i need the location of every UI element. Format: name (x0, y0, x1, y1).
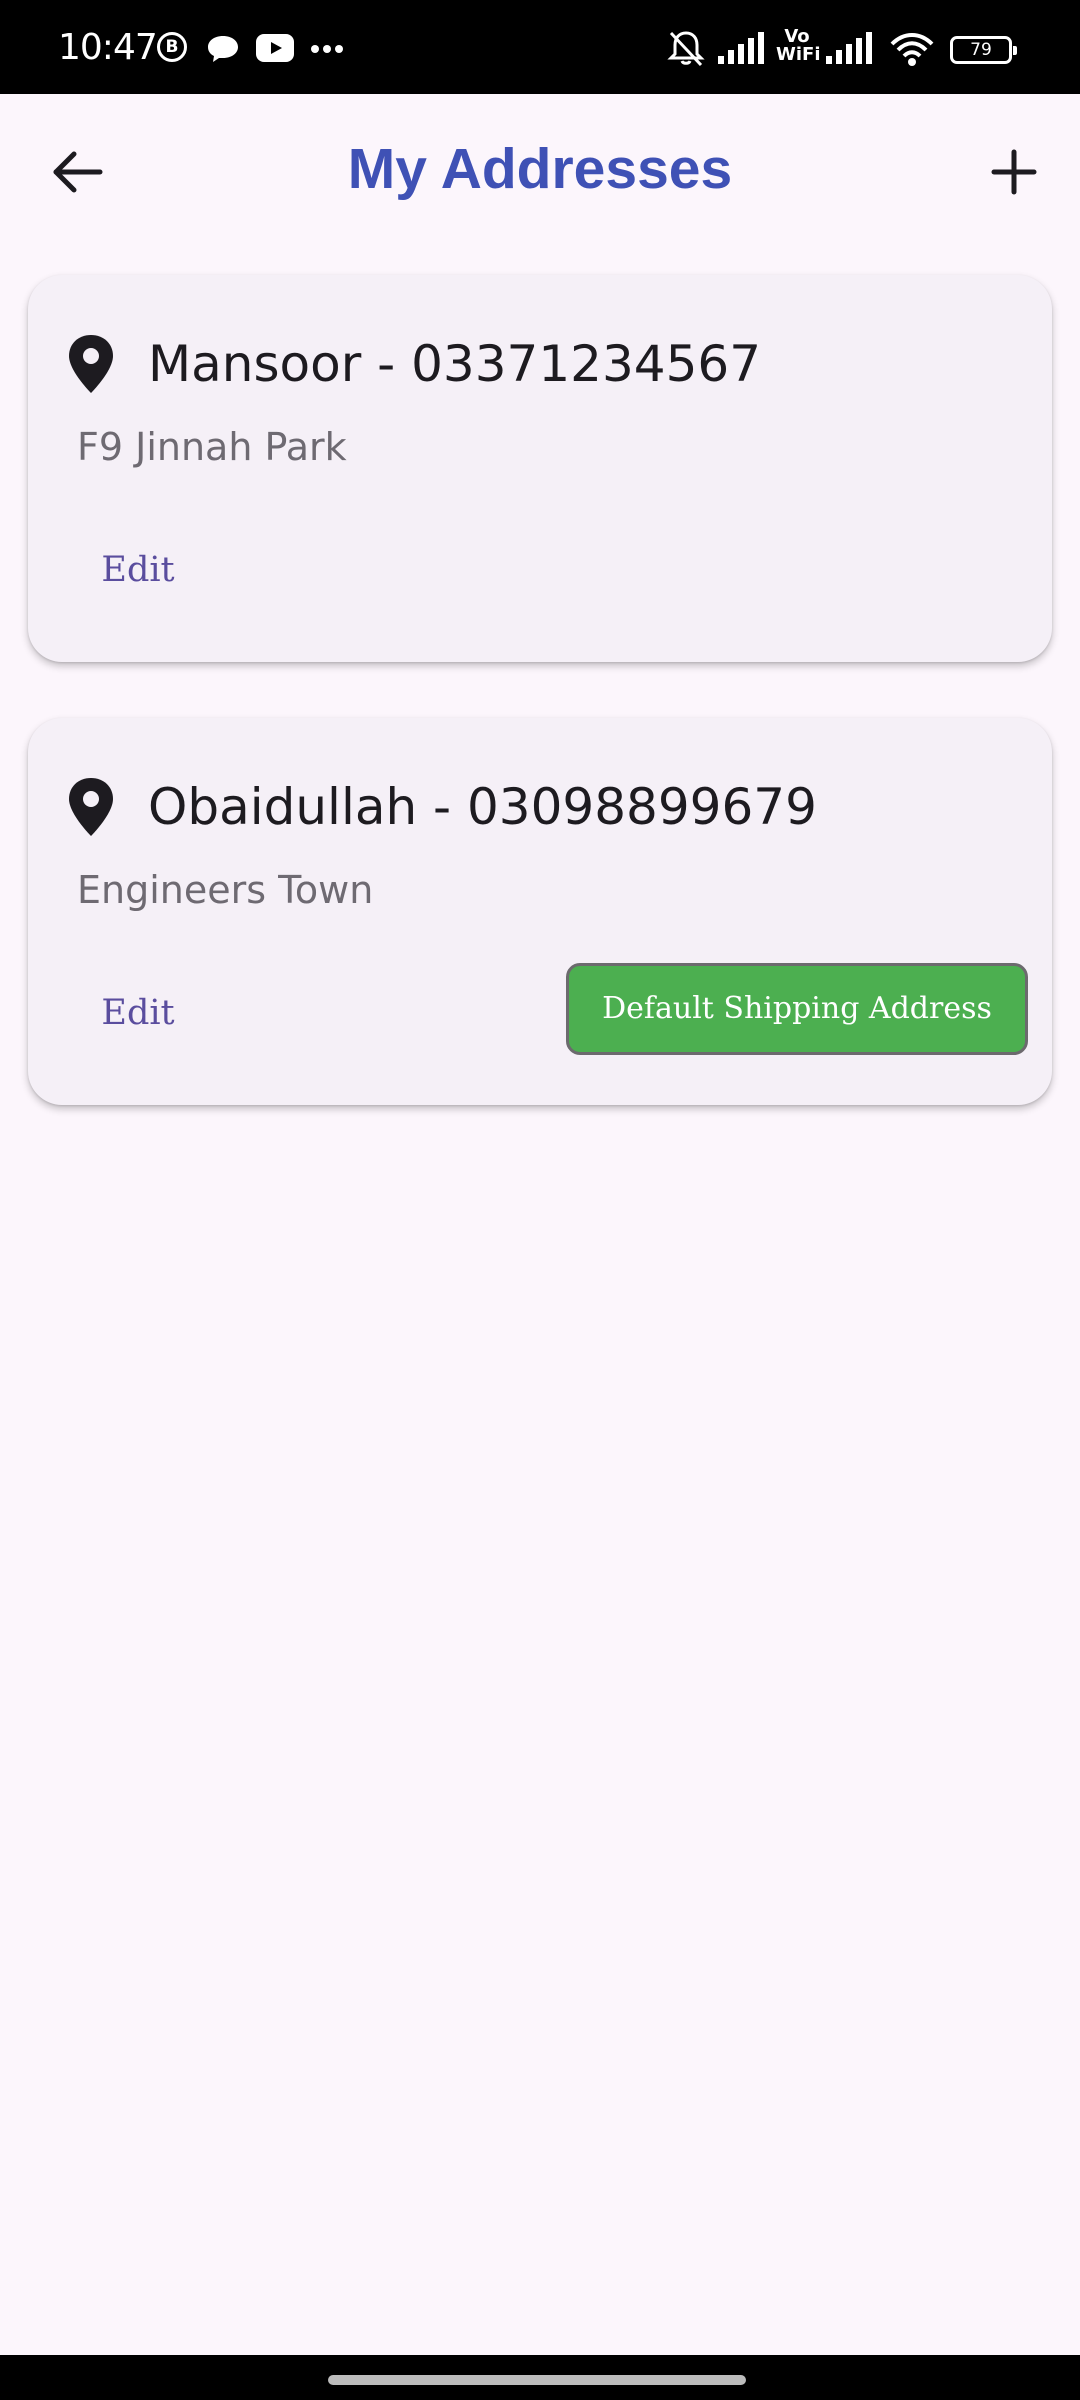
default-shipping-address-button[interactable]: Default Shipping Address (566, 963, 1028, 1055)
address-card: Obaidullah - 03098899679 Engineers Town … (28, 718, 1052, 1105)
address-name-phone: Mansoor - 03371234567 (148, 335, 762, 393)
edit-button[interactable]: Edit (90, 976, 186, 1050)
signal-icon (718, 32, 764, 64)
status-time: 10:47 (58, 27, 158, 68)
page-title: My Addresses (347, 137, 733, 201)
address-text: Engineers Town (77, 868, 374, 912)
vowifi-label-bottom: WiFi (776, 44, 821, 65)
edit-button[interactable]: Edit (90, 533, 186, 607)
address-name-phone: Obaidullah - 03098899679 (148, 778, 817, 836)
battery-icon: 79 (950, 36, 1017, 64)
plus-icon[interactable] (978, 136, 1050, 208)
youtube-icon (256, 34, 294, 62)
address-card: Mansoor - 03371234567 F9 Jinnah Park Edi… (28, 275, 1052, 662)
wifi-icon (890, 33, 934, 66)
location-pin-icon (69, 335, 113, 393)
signal-icon (826, 32, 872, 64)
more-dots-icon (311, 45, 343, 53)
status-bar: 10:47 B Vo WiFi 79 (0, 0, 1080, 94)
app-header: My Addresses (0, 94, 1080, 244)
location-pin-icon (69, 778, 113, 836)
home-indicator[interactable] (328, 2375, 746, 2385)
address-text: F9 Jinnah Park (77, 425, 347, 469)
navigation-bar (0, 2355, 1080, 2400)
bell-muted-icon (667, 31, 705, 67)
vowifi-icon: Vo WiFi (776, 28, 821, 65)
b-badge-icon: B (157, 32, 187, 62)
chat-bubble-icon (208, 36, 238, 62)
